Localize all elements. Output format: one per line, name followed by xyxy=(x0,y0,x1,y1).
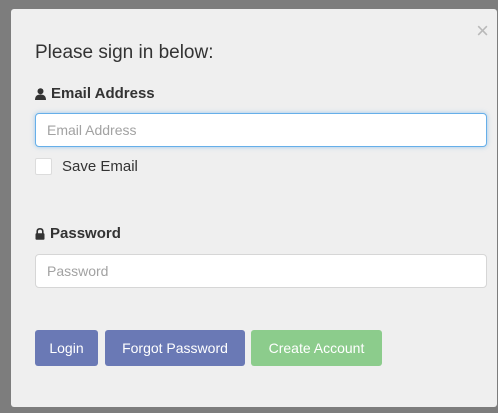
password-field[interactable] xyxy=(35,254,487,288)
save-email-label[interactable]: Save Email xyxy=(62,158,138,175)
email-label-text: Email Address xyxy=(51,85,155,102)
save-email-checkbox[interactable] xyxy=(35,158,52,175)
login-button[interactable]: Login xyxy=(35,330,98,366)
lock-icon xyxy=(35,227,45,240)
password-label-text: Password xyxy=(50,225,121,242)
create-account-button[interactable]: Create Account xyxy=(251,330,382,366)
save-email-row[interactable]: Save Email xyxy=(35,158,138,175)
password-label: Password xyxy=(35,225,121,242)
user-icon xyxy=(35,87,46,100)
email-label: Email Address xyxy=(35,85,155,102)
dialog-heading: Please sign in below: xyxy=(35,42,214,63)
close-icon[interactable]: × xyxy=(476,20,489,42)
forgot-password-button[interactable]: Forgot Password xyxy=(105,330,245,366)
email-field[interactable] xyxy=(35,113,487,147)
sign-in-dialog: × Please sign in below: Email Address Sa… xyxy=(11,9,497,407)
